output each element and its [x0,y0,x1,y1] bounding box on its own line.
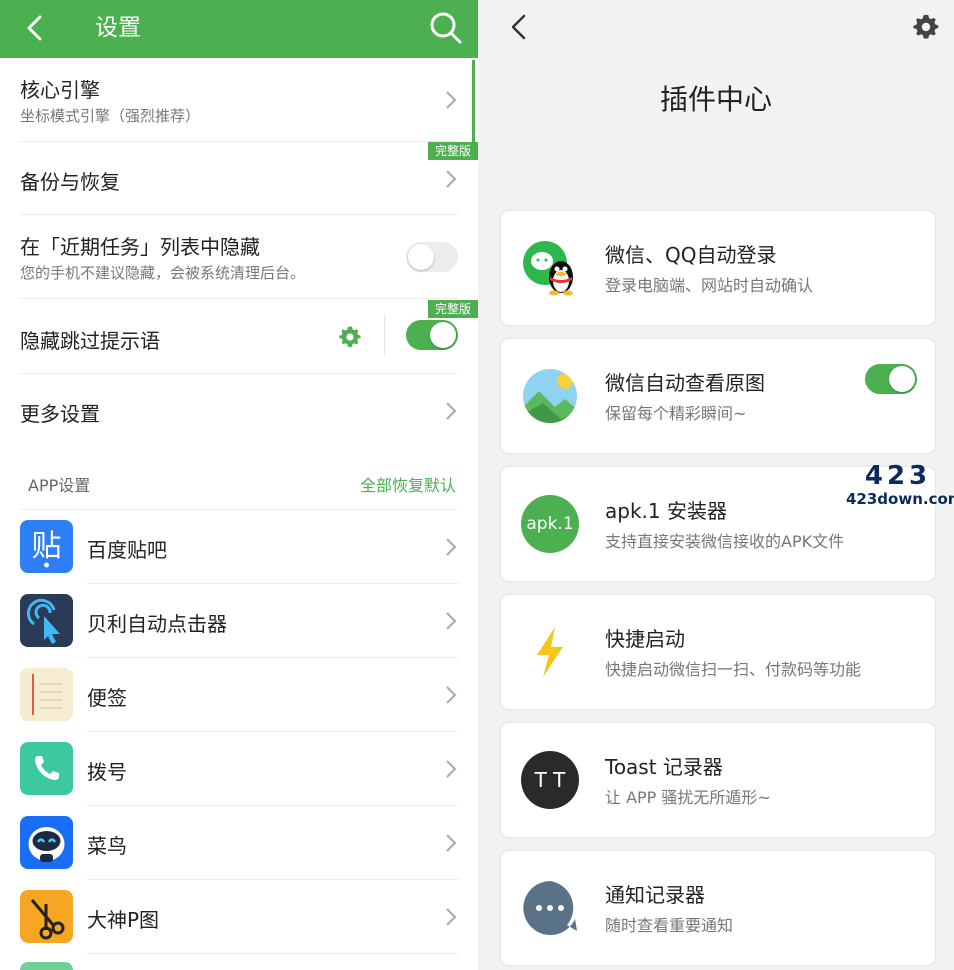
notes-icon [20,668,73,721]
plugin-card-quick-launch[interactable]: 快捷启动 快捷启动微信扫一扫、付款码等功能 [500,594,936,710]
wechat-qq-icon [523,241,573,296]
cainiao-icon [20,816,73,869]
auto-clicker-icon [20,594,73,647]
chevron-right-icon [446,908,457,926]
hide-skip-tip-toggle[interactable] [406,320,458,350]
watermark-number: 423 [864,461,932,491]
back-arrow-icon[interactable] [508,12,530,42]
site-watermark: 423 423down.com [846,461,954,512]
core-engine-title: 核心引擎 [20,78,100,102]
toast-icon: T T [521,751,579,809]
chevron-right-icon [446,402,457,420]
hide-in-recents-row: 在「近期任务」列表中隐藏 您的手机不建议隐藏，会被系统清理后台。 [20,215,458,299]
plugin-desc: 随时查看重要通知 [605,916,734,935]
plugin-card-notification-logger[interactable]: 通知记录器 随时查看重要通知 [500,850,936,966]
app-row-auto-clicker[interactable]: 贝利自动点击器 [20,584,458,658]
hide-in-recents-title: 在「近期任务」列表中隐藏 [20,235,260,259]
hide-skip-tip-row: 隐藏跳过提示语 [20,299,458,373]
next-app-icon-partial [20,962,73,970]
plugin-title: 微信自动查看原图 [605,371,765,395]
app-row-dialer[interactable]: 拨号 [20,732,458,806]
gear-icon[interactable] [912,13,940,41]
app-name: 拨号 [87,760,127,784]
search-icon[interactable] [428,10,464,46]
vertical-divider [384,315,385,355]
view-original-toggle[interactable] [865,364,917,394]
backup-restore-title: 备份与恢复 [20,170,120,194]
core-engine-row[interactable]: 核心引擎 坐标模式引擎（强烈推荐） [20,60,458,142]
hide-in-recents-subtitle: 您的手机不建议隐藏，会被系统清理后台。 [20,264,306,282]
app-settings-label: APP设置 [28,476,91,495]
more-settings-row[interactable]: 更多设置 [20,374,458,448]
plugin-card-auto-login[interactable]: 微信、QQ自动登录 登录电脑端、网站时自动确认 [500,210,936,326]
app-name: 菜鸟 [87,834,127,858]
settings-pane: 设置 核心引擎 坐标模式引擎（强烈推荐） 完整版 备份与恢复 在「近期任务」列表… [0,0,478,970]
plugin-desc: 登录电脑端、网站时自动确认 [605,276,814,295]
back-arrow-icon[interactable] [20,12,50,44]
app-row-cainiao[interactable]: 菜鸟 [20,806,458,880]
hide-skip-tip-title: 隐藏跳过提示语 [20,329,160,353]
page-title: 插件中心 [659,83,772,116]
chevron-right-icon [446,686,457,704]
plugin-title: 通知记录器 [605,883,705,907]
plugin-desc: 支持直接安装微信接收的APK文件 [605,532,845,551]
backup-restore-row[interactable]: 备份与恢复 [20,142,458,214]
page-title: 设置 [95,15,141,41]
plugin-title: Toast 记录器 [605,755,723,779]
more-settings-title: 更多设置 [20,402,100,426]
landscape-photo-icon [523,369,577,423]
scroll-indicator [472,60,475,144]
plugin-desc: 快捷启动微信扫一扫、付款码等功能 [605,660,862,679]
svg-text:贴: 贴 [32,529,62,564]
chat-bubble-icon [523,881,577,935]
apk-installer-icon: apk.1 [521,495,579,553]
app-name: 大神P图 [87,908,160,932]
core-engine-subtitle: 坐标模式引擎（强烈推荐） [20,107,201,125]
chevron-right-icon [446,760,457,778]
plugin-desc: 让 APP 骚扰无所遁形~ [605,788,771,807]
settings-header: 设置 [0,0,478,58]
chevron-right-icon [446,538,457,556]
plugin-desc: 保留每个精彩瞬间~ [605,404,747,423]
chevron-right-icon [446,834,457,852]
gear-icon[interactable] [338,325,362,349]
plugin-card-toast-logger[interactable]: T T Toast 记录器 让 APP 骚扰无所遁形~ [500,722,936,838]
app-name: 百度贴吧 [87,538,167,562]
app-row-dashen-ptu[interactable]: 大神P图 [20,880,458,954]
plugin-card-view-original[interactable]: 微信自动查看原图 保留每个精彩瞬间~ [500,338,936,454]
tieba-icon: 贴 [20,520,73,573]
chevron-right-icon [446,170,457,188]
plugin-title: 微信、QQ自动登录 [605,243,777,267]
app-row-tieba[interactable]: 贴 百度贴吧 [20,510,458,584]
plugin-title: apk.1 安装器 [605,499,727,523]
lightning-icon [537,627,563,677]
restore-all-defaults-link[interactable]: 全部恢复默认 [360,472,456,496]
app-name: 便签 [87,686,127,710]
chevron-right-icon [446,91,457,109]
divider [87,953,458,954]
dashen-ptu-icon [20,890,73,943]
app-name: 贝利自动点击器 [87,612,227,636]
chevron-right-icon [446,612,457,630]
phone-icon [20,742,73,795]
watermark-domain: 423down.com [846,490,954,508]
hide-in-recents-toggle[interactable] [406,242,458,272]
app-row-notes[interactable]: 便签 [20,658,458,732]
plugin-title: 快捷启动 [605,627,685,651]
